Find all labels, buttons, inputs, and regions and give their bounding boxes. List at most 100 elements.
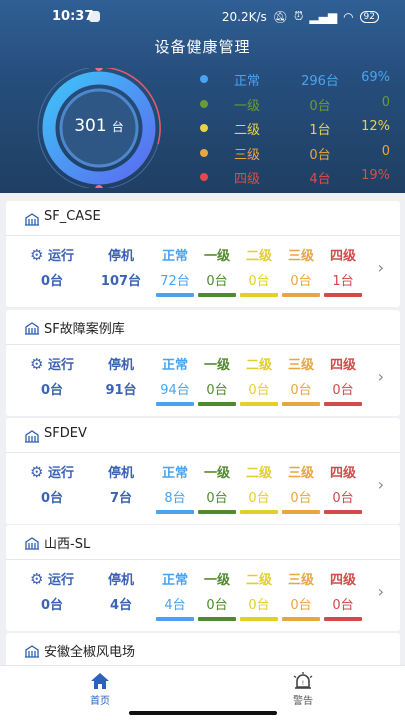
- building-icon: [24, 428, 40, 447]
- level-value: 0台: [290, 598, 312, 613]
- gear-icon: ⚙: [30, 570, 44, 588]
- stopped-stat: 停机 7台: [94, 462, 148, 506]
- level-stat-l2: 二级 0台: [240, 245, 278, 297]
- level-bar: [198, 617, 236, 621]
- running-label: 运行: [47, 358, 74, 373]
- site-list[interactable]: SF_CASE ⚙ 运行 0台 停机 107台 正常 72台 一级 0台 二级 0台 三级 0台 四级 1台…: [0, 193, 405, 665]
- legend-level-count: 1台: [309, 123, 331, 138]
- level-bar: [156, 617, 194, 621]
- level-stat-l3: 三级 0台: [282, 462, 320, 514]
- legend-level-count: 296台: [301, 74, 339, 89]
- level-stat-l4: 四级 0台: [324, 462, 362, 514]
- site-name: SF_CASE: [44, 209, 101, 224]
- signal-icon: ▂▄▆: [309, 9, 338, 24]
- level-stat-l2: 二级 0台: [240, 569, 278, 621]
- level-bar: [240, 402, 278, 406]
- chevron-right-icon[interactable]: ›: [378, 582, 384, 601]
- level-stat-normal: 正常 72台: [156, 245, 194, 297]
- legend-level-pct: 0: [381, 94, 390, 110]
- level-bar: [282, 402, 320, 406]
- level-stat-l1: 一级 0台: [198, 354, 236, 406]
- running-stat: ⚙ 运行 0台: [22, 354, 82, 398]
- level-value: 0台: [248, 598, 270, 613]
- chevron-right-icon[interactable]: ›: [378, 475, 384, 494]
- site-card-body: ⚙ 运行 0台 停机 4台 正常 4台 一级 0台 二级 0台 三级 0台 四级 0台 ›: [6, 560, 400, 630]
- level-bar: [324, 510, 362, 514]
- level-label: 正常: [161, 466, 188, 481]
- level-value: 0台: [248, 491, 270, 506]
- level-bar: [282, 617, 320, 621]
- level-bar: [240, 510, 278, 514]
- legend-level-pct: 12%: [361, 119, 390, 134]
- level-bar: [156, 293, 194, 297]
- level-bar: [324, 617, 362, 621]
- building-icon: [24, 211, 40, 230]
- orbit-dot-top: [95, 63, 103, 71]
- legend-level-name: 一级: [234, 98, 261, 114]
- running-value: 0台: [40, 383, 64, 398]
- site-card[interactable]: SFDEV ⚙ 运行 0台 停机 7台 正常 8台 一级 0台 二级 0台 三级 0台 四级 0台 ›: [6, 418, 400, 524]
- stopped-value: 107台: [100, 274, 142, 289]
- stopped-label: 停机: [107, 249, 134, 264]
- level-label: 一级: [203, 249, 230, 264]
- status-bar: 10:37 20.2K/s 🔕︎ ⏰︎ ▂▄▆ ◠ 92: [0, 6, 405, 28]
- chevron-right-icon[interactable]: ›: [378, 258, 384, 277]
- mute-icon: 🔕︎: [272, 9, 288, 24]
- level-value: 0台: [332, 491, 354, 506]
- level-value: 0台: [290, 491, 312, 506]
- home-indicator: [129, 711, 277, 715]
- network-speed: 20.2K/s: [221, 9, 267, 24]
- level-label: 四级: [329, 466, 356, 481]
- level-label: 二级: [245, 466, 272, 481]
- gear-icon: ⚙: [30, 463, 44, 481]
- site-card-body: ⚙ 运行 0台 停机 91台 正常 94台 一级 0台 二级 0台 三级 0台 四级 0台 ›: [6, 345, 400, 415]
- legend-level-count: 4台: [309, 172, 331, 187]
- status-time: 10:37: [52, 9, 94, 24]
- level-value: 0台: [206, 383, 228, 398]
- level-value: 0台: [332, 383, 354, 398]
- level-stat-l4: 四级 0台: [324, 354, 362, 406]
- level-stat-normal: 正常 94台: [156, 354, 194, 406]
- building-icon: [24, 535, 40, 554]
- site-card[interactable]: SF故障案例库 ⚙ 运行 0台 停机 91台 正常 94台 一级 0台 二级 0台 三级 0台 四级 0台 ›: [6, 310, 400, 416]
- stopped-label: 停机: [107, 358, 134, 373]
- level-stat-l4: 四级 0台: [324, 569, 362, 621]
- site-card[interactable]: SF_CASE ⚙ 运行 0台 停机 107台 正常 72台 一级 0台 二级 0台 三级 0台 四级 1台…: [6, 201, 400, 307]
- level-legend: 正常 296台 69% 一级 0台 0 二级 1台 12% 三级 0台 0 四级 4台 19%: [196, 70, 396, 193]
- home-icon: [70, 672, 130, 692]
- level-value: 1台: [332, 274, 354, 289]
- level-value: 0台: [332, 598, 354, 613]
- level-label: 一级: [203, 573, 230, 588]
- level-stat-l3: 三级 0台: [282, 569, 320, 621]
- level-value: 0台: [290, 274, 312, 289]
- stopped-stat: 停机 91台: [94, 354, 148, 398]
- site-card-body: ⚙ 运行 0台 停机 107台 正常 72台 一级 0台 二级 0台 三级 0台 四级 1台 ›: [6, 236, 400, 306]
- site-card-body: ⚙ 运行 0台 停机 7台 正常 8台 一级 0台 二级 0台 三级 0台 四级 0台 ›: [6, 453, 400, 523]
- level-value: 94台: [160, 383, 190, 398]
- level-bar: [198, 510, 236, 514]
- level-bar: [198, 293, 236, 297]
- legend-level-name: 正常: [234, 74, 261, 89]
- running-stat: ⚙ 运行 0台: [22, 462, 82, 506]
- stopped-stat: 停机 107台: [94, 245, 148, 289]
- site-card-header: SF故障案例库: [6, 310, 400, 345]
- running-label: 运行: [47, 249, 74, 264]
- total-count: 301: [74, 116, 107, 136]
- legend-level-pct: 19%: [361, 168, 390, 183]
- ring-center-label: 301 台: [28, 116, 170, 136]
- site-card-header: 安徽全椒风电场: [6, 633, 400, 665]
- level-label: 四级: [329, 573, 356, 588]
- nav-home[interactable]: 首页: [70, 672, 130, 707]
- gear-icon: ⚙: [30, 355, 44, 373]
- level-label: 三级: [287, 466, 314, 481]
- total-unit: 台: [111, 120, 124, 134]
- chevron-right-icon[interactable]: ›: [378, 367, 384, 386]
- nav-alarm[interactable]: ! 警告: [273, 672, 333, 707]
- level-bar: [198, 402, 236, 406]
- legend-dot-icon: [200, 173, 208, 181]
- site-card[interactable]: 山西-SL ⚙ 运行 0台 停机 4台 正常 4台 一级 0台 二级 0台 三级 0台 四级 0台 ›: [6, 525, 400, 631]
- level-bar: [156, 510, 194, 514]
- battery-icon: 92: [359, 10, 379, 23]
- site-card[interactable]: 安徽全椒风电场: [6, 633, 400, 665]
- level-label: 正常: [161, 358, 188, 373]
